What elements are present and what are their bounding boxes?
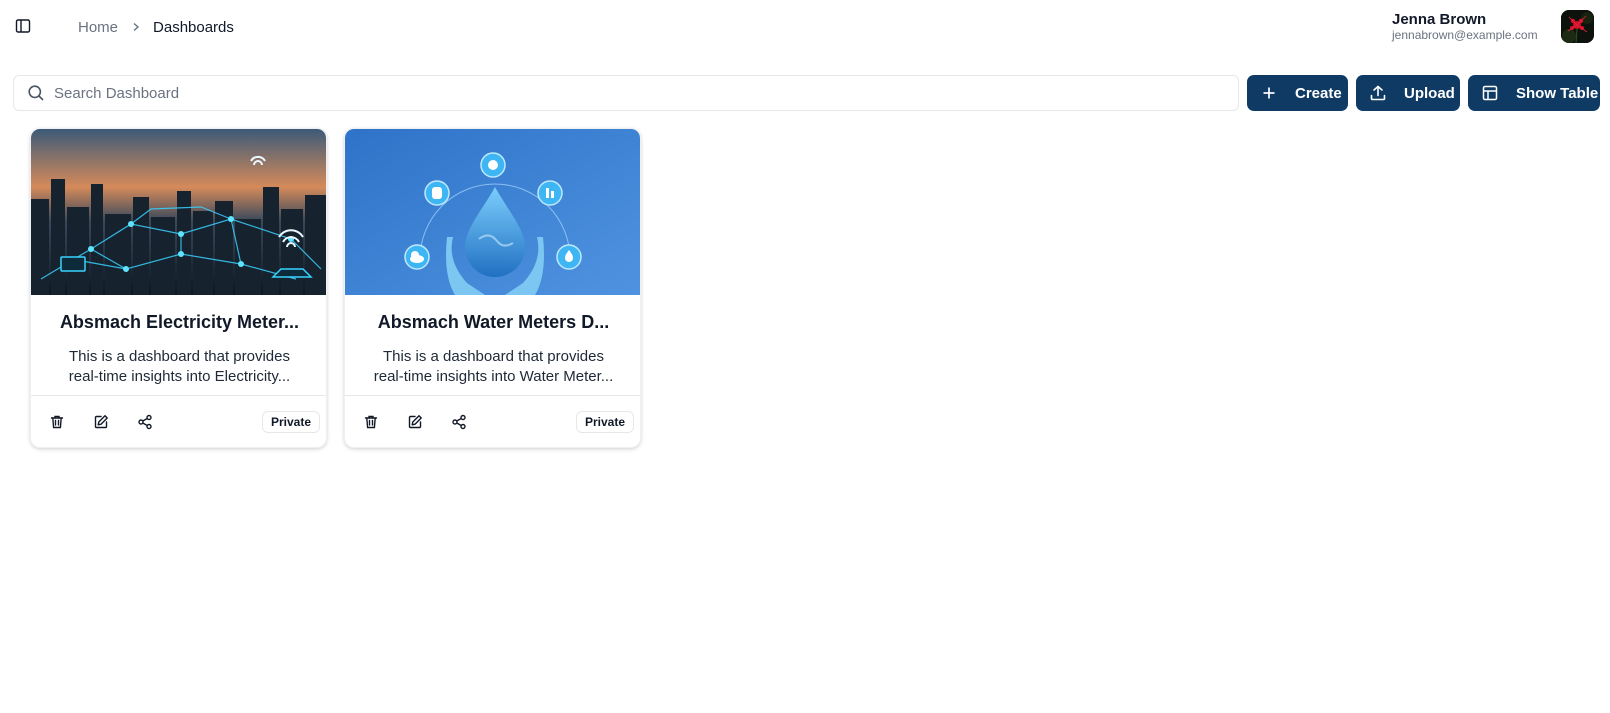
share-icon[interactable] xyxy=(135,412,155,432)
create-button-label: Create xyxy=(1295,84,1342,102)
show-table-button[interactable]: Show Table xyxy=(1468,75,1600,111)
visibility-badge: Private xyxy=(575,411,634,433)
sidebar-toggle-icon[interactable] xyxy=(12,15,34,37)
avatar[interactable] xyxy=(1561,10,1594,43)
create-button[interactable]: Create xyxy=(1247,75,1348,111)
water-drop-hands-image xyxy=(345,129,640,295)
dashboard-card[interactable]: Absmach Water Meters D... This is a dash… xyxy=(344,128,641,448)
dashboard-card[interactable]: Absmach Electricity Meter... This is a d… xyxy=(30,128,327,448)
table-icon xyxy=(1481,84,1499,102)
breadcrumb: Home Dashboards xyxy=(78,17,234,37)
card-title: Absmach Electricity Meter... xyxy=(59,312,300,332)
plus-icon xyxy=(1260,84,1278,102)
card-title: Absmach Water Meters D... xyxy=(377,312,610,332)
edit-icon[interactable] xyxy=(91,412,111,432)
toolbar: Create Upload Show Table xyxy=(13,75,1600,112)
smart-city-network-image xyxy=(31,129,326,295)
card-actions: Private xyxy=(31,396,326,447)
search-box xyxy=(13,75,1239,111)
visibility-badge: Private xyxy=(261,411,320,433)
trash-icon[interactable] xyxy=(47,412,67,432)
user-name: Jenna Brown xyxy=(1392,11,1487,28)
search-input[interactable] xyxy=(54,84,1204,102)
card-description: This is a dashboard that provides real-t… xyxy=(373,348,614,385)
upload-icon xyxy=(1369,84,1387,102)
show-table-button-label: Show Table xyxy=(1516,84,1599,102)
breadcrumb-current: Dashboards xyxy=(153,18,234,36)
card-actions: Private xyxy=(345,396,640,447)
search-icon xyxy=(27,84,45,102)
breadcrumb-home-link[interactable]: Home xyxy=(78,19,118,36)
top-bar: Home Dashboards Jenna Brown jennabrown@e… xyxy=(0,0,1610,54)
edit-icon[interactable] xyxy=(405,412,425,432)
trash-icon[interactable] xyxy=(361,412,381,432)
card-description: This is a dashboard that provides real-t… xyxy=(68,348,291,385)
share-icon[interactable] xyxy=(449,412,469,432)
upload-button-label: Upload xyxy=(1404,84,1455,102)
upload-button[interactable]: Upload xyxy=(1356,75,1460,111)
user-info: Jenna Brown jennabrown@example.com xyxy=(1392,11,1538,43)
chevron-right-icon xyxy=(131,22,141,32)
user-email: jennabrown@example.com xyxy=(1392,28,1538,42)
